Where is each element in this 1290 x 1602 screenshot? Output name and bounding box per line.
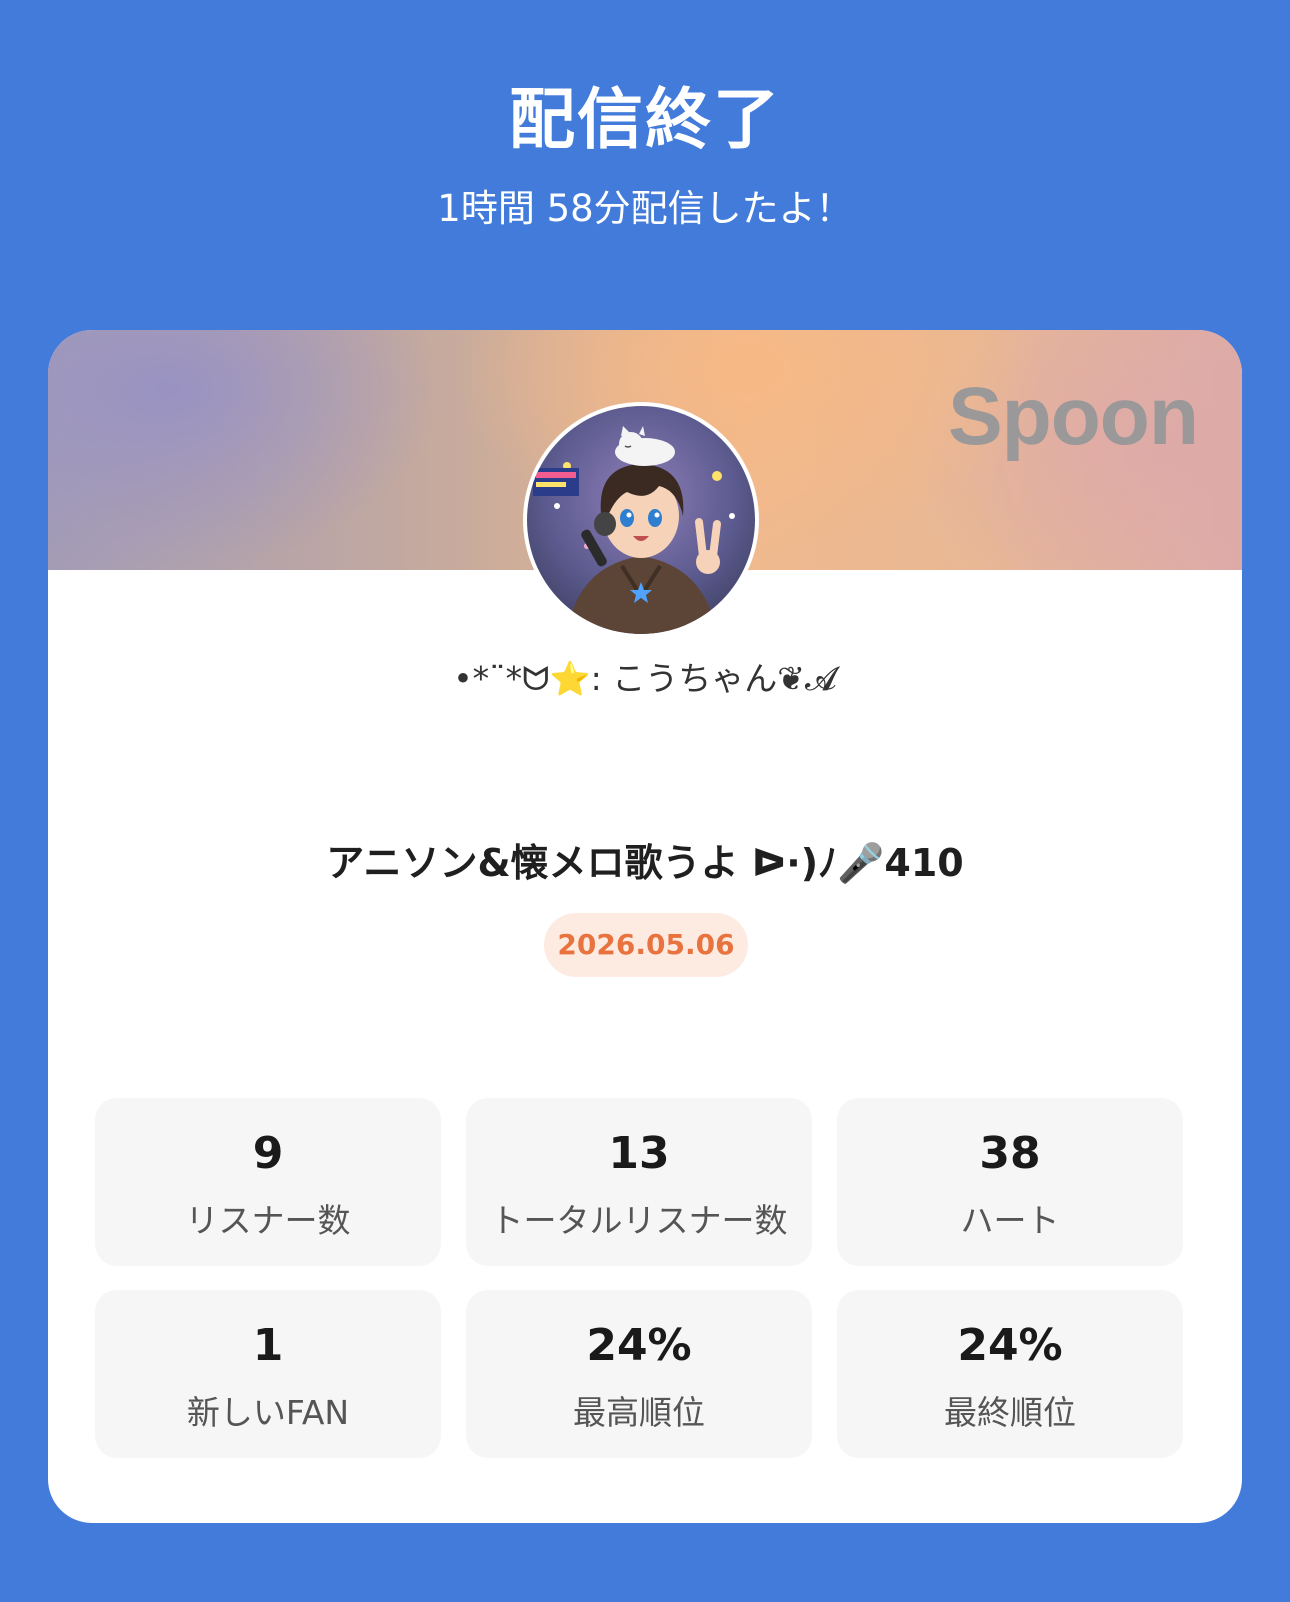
broadcast-summary-card: Spoon •*¨*ᗢ⭐️: こうちゃん❦𝓐 アニソン&懐メロ歌うよ ᐅ·)ﾉ🎤… [48, 330, 1242, 1523]
broadcast-duration: 1時間 58分配信したよ！ [437, 187, 853, 230]
stat-value: 24% [957, 1320, 1063, 1371]
stat-value: 1 [252, 1320, 284, 1371]
stat-hearts: 38 ハート [837, 1098, 1183, 1266]
stat-highest-rank: 24% 最高順位 [466, 1290, 812, 1458]
stat-value: 38 [979, 1128, 1041, 1179]
stat-new-fans: 1 新しいFAN [95, 1290, 441, 1458]
stat-label: 最終順位 [944, 1393, 1076, 1432]
stat-final-rank: 24% 最終順位 [837, 1290, 1183, 1458]
page-title: 配信終了 [509, 81, 781, 158]
username: •*¨*ᗢ⭐️: こうちゃん❦𝓐 [453, 659, 837, 698]
stat-value: 13 [608, 1128, 670, 1179]
stat-label: トータルリスナー数 [490, 1201, 788, 1240]
avatar[interactable] [523, 402, 759, 638]
avatar-image-icon [527, 406, 755, 634]
stream-title: アニソン&懐メロ歌うよ ᐅ·)ﾉ🎤410 [326, 841, 964, 885]
stat-label: 最高順位 [573, 1393, 705, 1432]
spoon-logo: Spoon [947, 371, 1199, 462]
stat-listeners: 9 リスナー数 [95, 1098, 441, 1266]
stat-label: リスナー数 [185, 1201, 351, 1240]
date-badge: 2026.05.06 [544, 913, 748, 977]
stat-value: 24% [586, 1320, 692, 1371]
stat-label: 新しいFAN [186, 1393, 350, 1432]
stat-value: 9 [252, 1128, 284, 1179]
stat-label: ハート [960, 1201, 1060, 1240]
stat-total-listeners: 13 トータルリスナー数 [466, 1098, 812, 1266]
